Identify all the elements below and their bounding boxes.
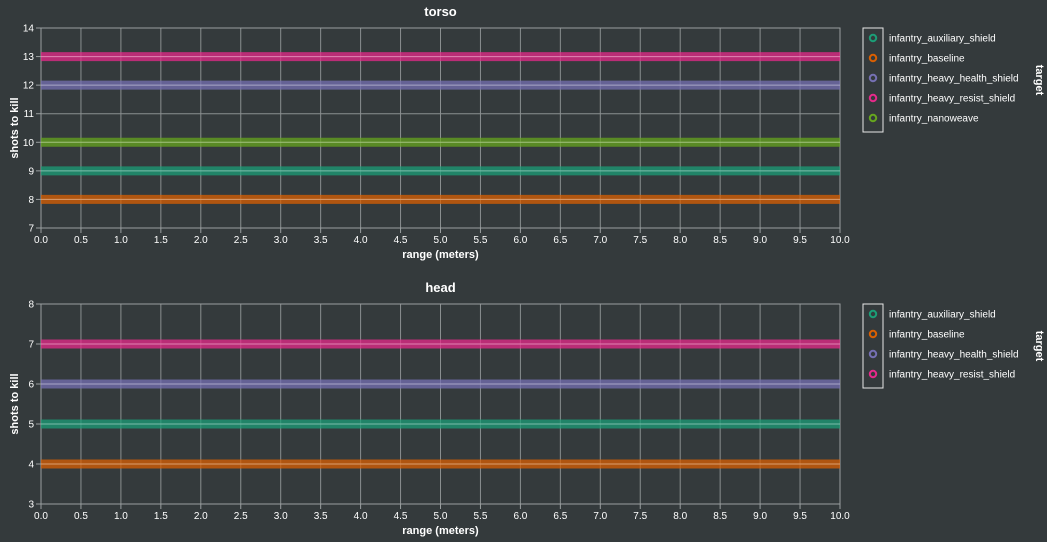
legend-title: target [1033, 331, 1045, 362]
x-tick-label: 10.0 [830, 511, 850, 522]
legend-symbol [868, 113, 878, 123]
x-tick-label: 3.0 [274, 235, 288, 246]
y-tick-label: 5 [28, 420, 34, 431]
y-axis-title: shots to kill [9, 373, 21, 434]
legend-label: infantry_auxiliary_shield [889, 310, 996, 321]
legend-symbol [868, 53, 878, 63]
x-tick-label: 8.0 [673, 235, 687, 246]
x-tick-label: 9.0 [753, 235, 767, 246]
x-tick-label: 5.0 [434, 511, 448, 522]
chart-title: head [425, 280, 455, 295]
x-tick-label: 7.0 [593, 511, 607, 522]
y-tick-label: 9 [28, 166, 34, 177]
x-tick-label: 3.5 [314, 511, 328, 522]
legend-label: infantry_baseline [889, 330, 965, 341]
x-axis-title: range (meters) [402, 525, 479, 537]
legend-label: infantry_heavy_resist_shield [889, 370, 1015, 381]
y-tick-label: 13 [23, 52, 35, 63]
x-tick-label: 5.5 [473, 511, 487, 522]
x-tick-label: 6.0 [513, 511, 527, 522]
x-tick-label: 8.5 [713, 511, 727, 522]
legend-symbol [868, 33, 878, 43]
x-tick-label: 1.5 [154, 235, 168, 246]
x-tick-label: 1.5 [154, 511, 168, 522]
y-tick-label: 11 [24, 109, 35, 120]
x-tick-label: 9.0 [753, 511, 767, 522]
x-tick-label: 2.5 [234, 511, 248, 522]
x-tick-label: 3.5 [314, 235, 328, 246]
legend-label: infantry_heavy_health_shield [889, 74, 1019, 85]
x-tick-label: 4.0 [354, 511, 368, 522]
y-tick-label: 8 [28, 300, 34, 311]
x-tick-label: 0.5 [74, 235, 88, 246]
x-tick-label: 4.5 [394, 511, 408, 522]
x-tick-label: 1.0 [114, 235, 128, 246]
x-tick-label: 4.5 [394, 235, 408, 246]
x-tick-label: 2.0 [194, 511, 208, 522]
x-axis-title: range (meters) [402, 249, 479, 261]
legend-symbol [868, 309, 878, 319]
y-axis-title: shots to kill [9, 97, 21, 158]
x-tick-label: 10.0 [830, 235, 850, 246]
x-tick-label: 5.0 [434, 235, 448, 246]
x-tick-label: 7.5 [633, 235, 647, 246]
legend-frame [862, 27, 884, 133]
x-tick-label: 2.0 [194, 235, 208, 246]
x-tick-label: 7.5 [633, 511, 647, 522]
legend-label: infantry_auxiliary_shield [889, 34, 996, 45]
x-tick-label: 6.0 [513, 235, 527, 246]
y-tick-label: 4 [28, 460, 34, 471]
y-tick-label: 6 [28, 380, 34, 391]
x-tick-label: 9.5 [793, 235, 807, 246]
legend-symbol [868, 73, 878, 83]
y-tick-label: 14 [23, 24, 35, 35]
chart-figure: 0.0 0.5 1.0 1.5 2.0 2.5 3.0 3.5 4.0 4.5 5.0 5.5 6.0 6… [9, 4, 1045, 537]
chart-title: torso [424, 4, 457, 19]
x-tick-label: 2.5 [234, 235, 248, 246]
legend: infantry_auxiliary_shield infantry_baseli… [862, 27, 1045, 133]
x-tick-label: 8.0 [673, 511, 687, 522]
chart-panel-torso: 0.0 0.5 1.0 1.5 2.0 2.5 3.0 3.5 4.0 4.5 5.0 5.5 6.0 6… [9, 4, 1045, 261]
y-tick-label: 3 [28, 500, 34, 511]
legend-label: infantry_heavy_health_shield [889, 350, 1019, 361]
x-tick-label: 8.5 [713, 235, 727, 246]
y-tick-label: 8 [28, 195, 34, 206]
x-tick-label: 1.0 [114, 511, 128, 522]
x-tick-label: 0.0 [34, 511, 48, 522]
x-tick-label: 5.5 [473, 235, 487, 246]
y-tick-label: 10 [23, 138, 35, 149]
x-tick-label: 6.5 [553, 235, 567, 246]
legend-symbol [868, 93, 878, 103]
x-tick-label: 6.5 [553, 511, 567, 522]
legend-label: infantry_nanoweave [889, 114, 979, 125]
y-tick-label: 7 [28, 340, 34, 351]
legend-symbol [868, 369, 878, 379]
x-tick-label: 7.0 [593, 235, 607, 246]
chart-panel-head: 0.0 0.5 1.0 1.5 2.0 2.5 3.0 3.5 4.0 4.5 5.0 5.5 6.0 6… [9, 280, 1045, 537]
legend: infantry_auxiliary_shield infantry_baseli… [862, 303, 1045, 389]
y-tick-label: 12 [23, 81, 35, 92]
x-tick-label: 3.0 [274, 511, 288, 522]
legend-symbol [868, 349, 878, 359]
x-tick-label: 9.5 [793, 511, 807, 522]
legend-label: infantry_baseline [889, 54, 965, 65]
legend-label: infantry_heavy_resist_shield [889, 94, 1015, 105]
x-tick-label: 0.5 [74, 511, 88, 522]
legend-title: target [1033, 65, 1045, 96]
x-tick-label: 0.0 [34, 235, 48, 246]
legend-symbol [868, 329, 878, 339]
y-tick-label: 7 [28, 224, 34, 235]
x-tick-label: 4.0 [354, 235, 368, 246]
